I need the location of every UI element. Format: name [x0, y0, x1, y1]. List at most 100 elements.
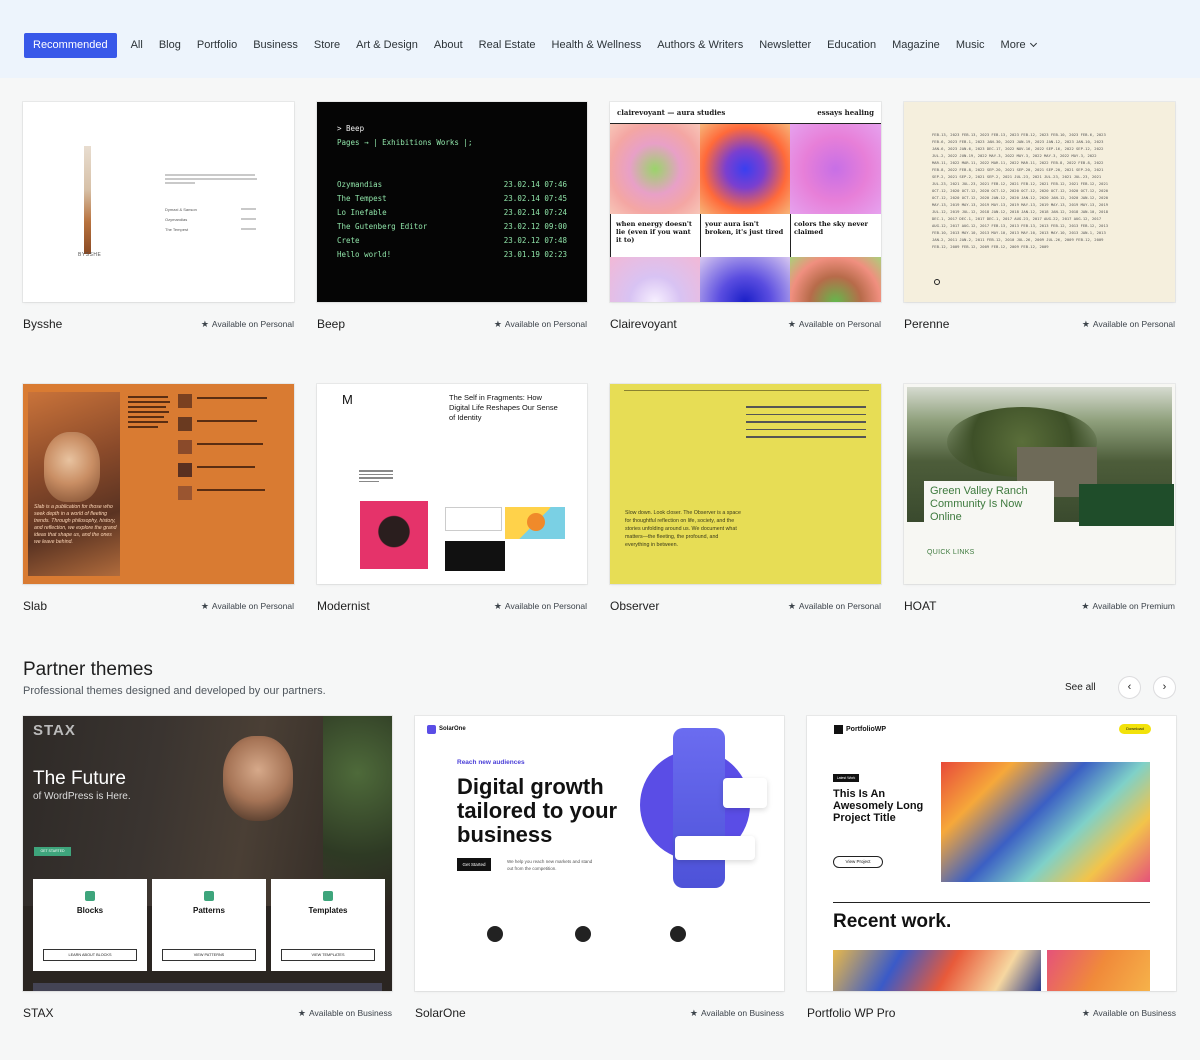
theme-card-modernist[interactable]: M The Self in Fragments: How Digital Lif… — [317, 384, 587, 616]
theme-name[interactable]: Modernist — [317, 599, 370, 613]
star-icon: ★ — [297, 1007, 306, 1018]
preview-post-title: colors the sky never claimed — [794, 220, 869, 236]
star-icon: ★ — [1081, 1007, 1090, 1018]
preview-post-row: Lo Inefable 23.02.14 07:24 — [337, 208, 567, 217]
availability-label: ★ Available on Personal — [1082, 319, 1175, 330]
preview-date — [241, 218, 256, 220]
filter-business[interactable]: Business — [245, 33, 306, 58]
preview-feature-box: Patterns VIEW PATTERNS — [152, 879, 266, 971]
filter-more[interactable]: More — [993, 33, 1044, 58]
preview-quick-links: QUICK LINKS — [927, 549, 975, 556]
preview-post-title: when energy doesn't lie (even if you wan… — [616, 220, 692, 244]
filter-education[interactable]: Education — [819, 33, 884, 58]
star-icon: ★ — [200, 318, 209, 329]
aura-image — [610, 124, 700, 214]
star-icon: ★ — [200, 600, 209, 611]
theme-preview-stax[interactable]: STAX The Future of WordPress is Here. GE… — [23, 716, 392, 991]
filter-recommended[interactable]: Recommended — [24, 33, 117, 58]
availability-label: ★ Available on Business — [298, 1008, 392, 1019]
feature-icon — [487, 926, 503, 942]
theme-card-hoat[interactable]: Green Valley Ranch Community Is Now Onli… — [904, 384, 1175, 616]
filter-all[interactable]: All — [123, 33, 151, 58]
theme-name[interactable]: Bysshe — [23, 317, 62, 331]
theme-card-solarone[interactable]: SolarOne Reach new audiences Digital gro… — [415, 716, 784, 1020]
preview-header: clairevoyant — aura studies essays healin… — [610, 102, 881, 124]
next-button[interactable]: › — [1153, 676, 1176, 699]
theme-card-observer[interactable]: Slow down. Look closer. The Observer is … — [610, 384, 881, 616]
preview-link: Ozymandias — [165, 217, 188, 222]
artwork-image — [833, 950, 1041, 991]
theme-card-clairevoyant[interactable]: clairevoyant — aura studies essays healin… — [610, 102, 881, 334]
preview-nav: Pages → | Exhibitions Works |; — [337, 138, 473, 147]
theme-name[interactable]: Portfolio WP Pro — [807, 1006, 895, 1020]
preview-archive-line: MAY.13, 2019 MAY.13, 2019 MAY.13, 2019 M… — [932, 202, 1109, 207]
theme-preview-observer[interactable]: Slow down. Look closer. The Observer is … — [610, 384, 881, 584]
preview-post-list — [178, 394, 288, 509]
filter-authors-writers[interactable]: Authors & Writers — [649, 33, 751, 58]
preview-post-row: Ozymandias 23.02.14 07:46 — [337, 180, 567, 189]
availability-text: Available on Business — [700, 1007, 784, 1018]
theme-preview-slab[interactable]: Slab is a publication for those who seek… — [23, 384, 294, 584]
filter-art-design[interactable]: Art & Design — [348, 33, 426, 58]
theme-preview-clairevoyant[interactable]: clairevoyant — aura studies essays healin… — [610, 102, 881, 302]
filter-store[interactable]: Store — [306, 33, 348, 58]
theme-meta: Beep ★ Available on Personal — [317, 317, 587, 331]
aura-image — [610, 257, 700, 302]
theme-name[interactable]: HOAT — [904, 599, 936, 613]
theme-name[interactable]: SolarOne — [415, 1006, 466, 1020]
theme-preview-portfolio-wp-pro[interactable]: PortfolioWP Download Latest Work This Is… — [807, 716, 1176, 991]
theme-preview-perenne[interactable]: FEB.13, 2023 FEB.13, 2023 FEB.13, 2023 F… — [904, 102, 1175, 302]
theme-name[interactable]: STAX — [23, 1006, 53, 1020]
artwork-image — [1047, 950, 1150, 991]
prev-button[interactable]: ‹ — [1118, 676, 1141, 699]
filter-magazine[interactable]: Magazine — [884, 33, 948, 58]
availability-label: ★ Available on Personal — [201, 319, 294, 330]
theme-preview-beep[interactable]: > Beep Pages → | Exhibitions Works |; Oz… — [317, 102, 587, 302]
star-icon: ★ — [1081, 600, 1090, 611]
theme-card-beep[interactable]: > Beep Pages → | Exhibitions Works |; Oz… — [317, 102, 587, 334]
filter-real-estate[interactable]: Real Estate — [471, 33, 544, 58]
theme-name[interactable]: Perenne — [904, 317, 949, 331]
see-all-link[interactable]: See all — [1065, 682, 1096, 693]
filter-music[interactable]: Music — [948, 33, 993, 58]
theme-meta: Perenne ★ Available on Personal — [904, 317, 1175, 331]
theme-name[interactable]: Clairevoyant — [610, 317, 677, 331]
availability-label: ★ Available on Personal — [494, 319, 587, 330]
star-icon: ★ — [787, 600, 796, 611]
theme-preview-hoat[interactable]: Green Valley Ranch Community Is Now Onli… — [904, 384, 1175, 584]
preview-section-title: Recent work. — [833, 911, 952, 932]
preview-dark-card — [445, 541, 505, 571]
filter-about[interactable]: About — [426, 33, 471, 58]
filter-newsletter[interactable]: Newsletter — [751, 33, 819, 58]
theme-card-portfolio-wp-pro[interactable]: PortfolioWP Download Latest Work This Is… — [807, 716, 1176, 1020]
preview-post-row: The Tempest 23.02.14 07:45 — [337, 194, 567, 203]
cube-icon — [85, 891, 95, 901]
preview-post-list — [746, 406, 866, 444]
fruit-image — [505, 507, 565, 539]
filter-portfolio[interactable]: Portfolio — [189, 33, 245, 58]
portrait-image: Slab is a publication for those who seek… — [28, 392, 120, 576]
preview-archive-line: AUG.12, 2017 AUG.12, 2017 FEB.13, 2013 F… — [932, 223, 1109, 228]
preview-logo: STAX — [33, 722, 76, 739]
theme-meta: HOAT ★ Available on Premium — [904, 599, 1175, 613]
preview-hero-title: The Future — [33, 768, 126, 789]
preview-cta: GET STARTED — [34, 847, 71, 856]
preview-quote: Slow down. Look closer. The Observer is … — [625, 510, 741, 548]
preview-archive-line: OCT.12, 2020 OCT.12, 2020 OCT.12, 2020 O… — [932, 188, 1109, 193]
theme-card-stax[interactable]: STAX The Future of WordPress is Here. GE… — [23, 716, 392, 1020]
theme-card-bysshe[interactable]: BYSSHE Dymaxi & Sanson Ozymandias The Te… — [23, 102, 294, 334]
filter-health-wellness[interactable]: Health & Wellness — [544, 33, 650, 58]
theme-preview-bysshe[interactable]: BYSSHE Dymaxi & Sanson Ozymandias The Te… — [23, 102, 294, 302]
preview-dark-panel — [1079, 484, 1174, 526]
theme-card-perenne[interactable]: FEB.13, 2023 FEB.13, 2023 FEB.13, 2023 F… — [904, 102, 1175, 334]
theme-name[interactable]: Slab — [23, 599, 47, 613]
theme-meta: Modernist ★ Available on Personal — [317, 599, 587, 613]
theme-preview-solarone[interactable]: SolarOne Reach new audiences Digital gro… — [415, 716, 784, 991]
theme-preview-modernist[interactable]: M The Self in Fragments: How Digital Lif… — [317, 384, 587, 584]
filter-blog[interactable]: Blog — [151, 33, 189, 58]
theme-name[interactable]: Beep — [317, 317, 345, 331]
aura-image — [700, 257, 790, 302]
theme-card-slab[interactable]: Slab is a publication for those who seek… — [23, 384, 294, 616]
portrait-image — [360, 501, 428, 569]
theme-name[interactable]: Observer — [610, 599, 659, 613]
